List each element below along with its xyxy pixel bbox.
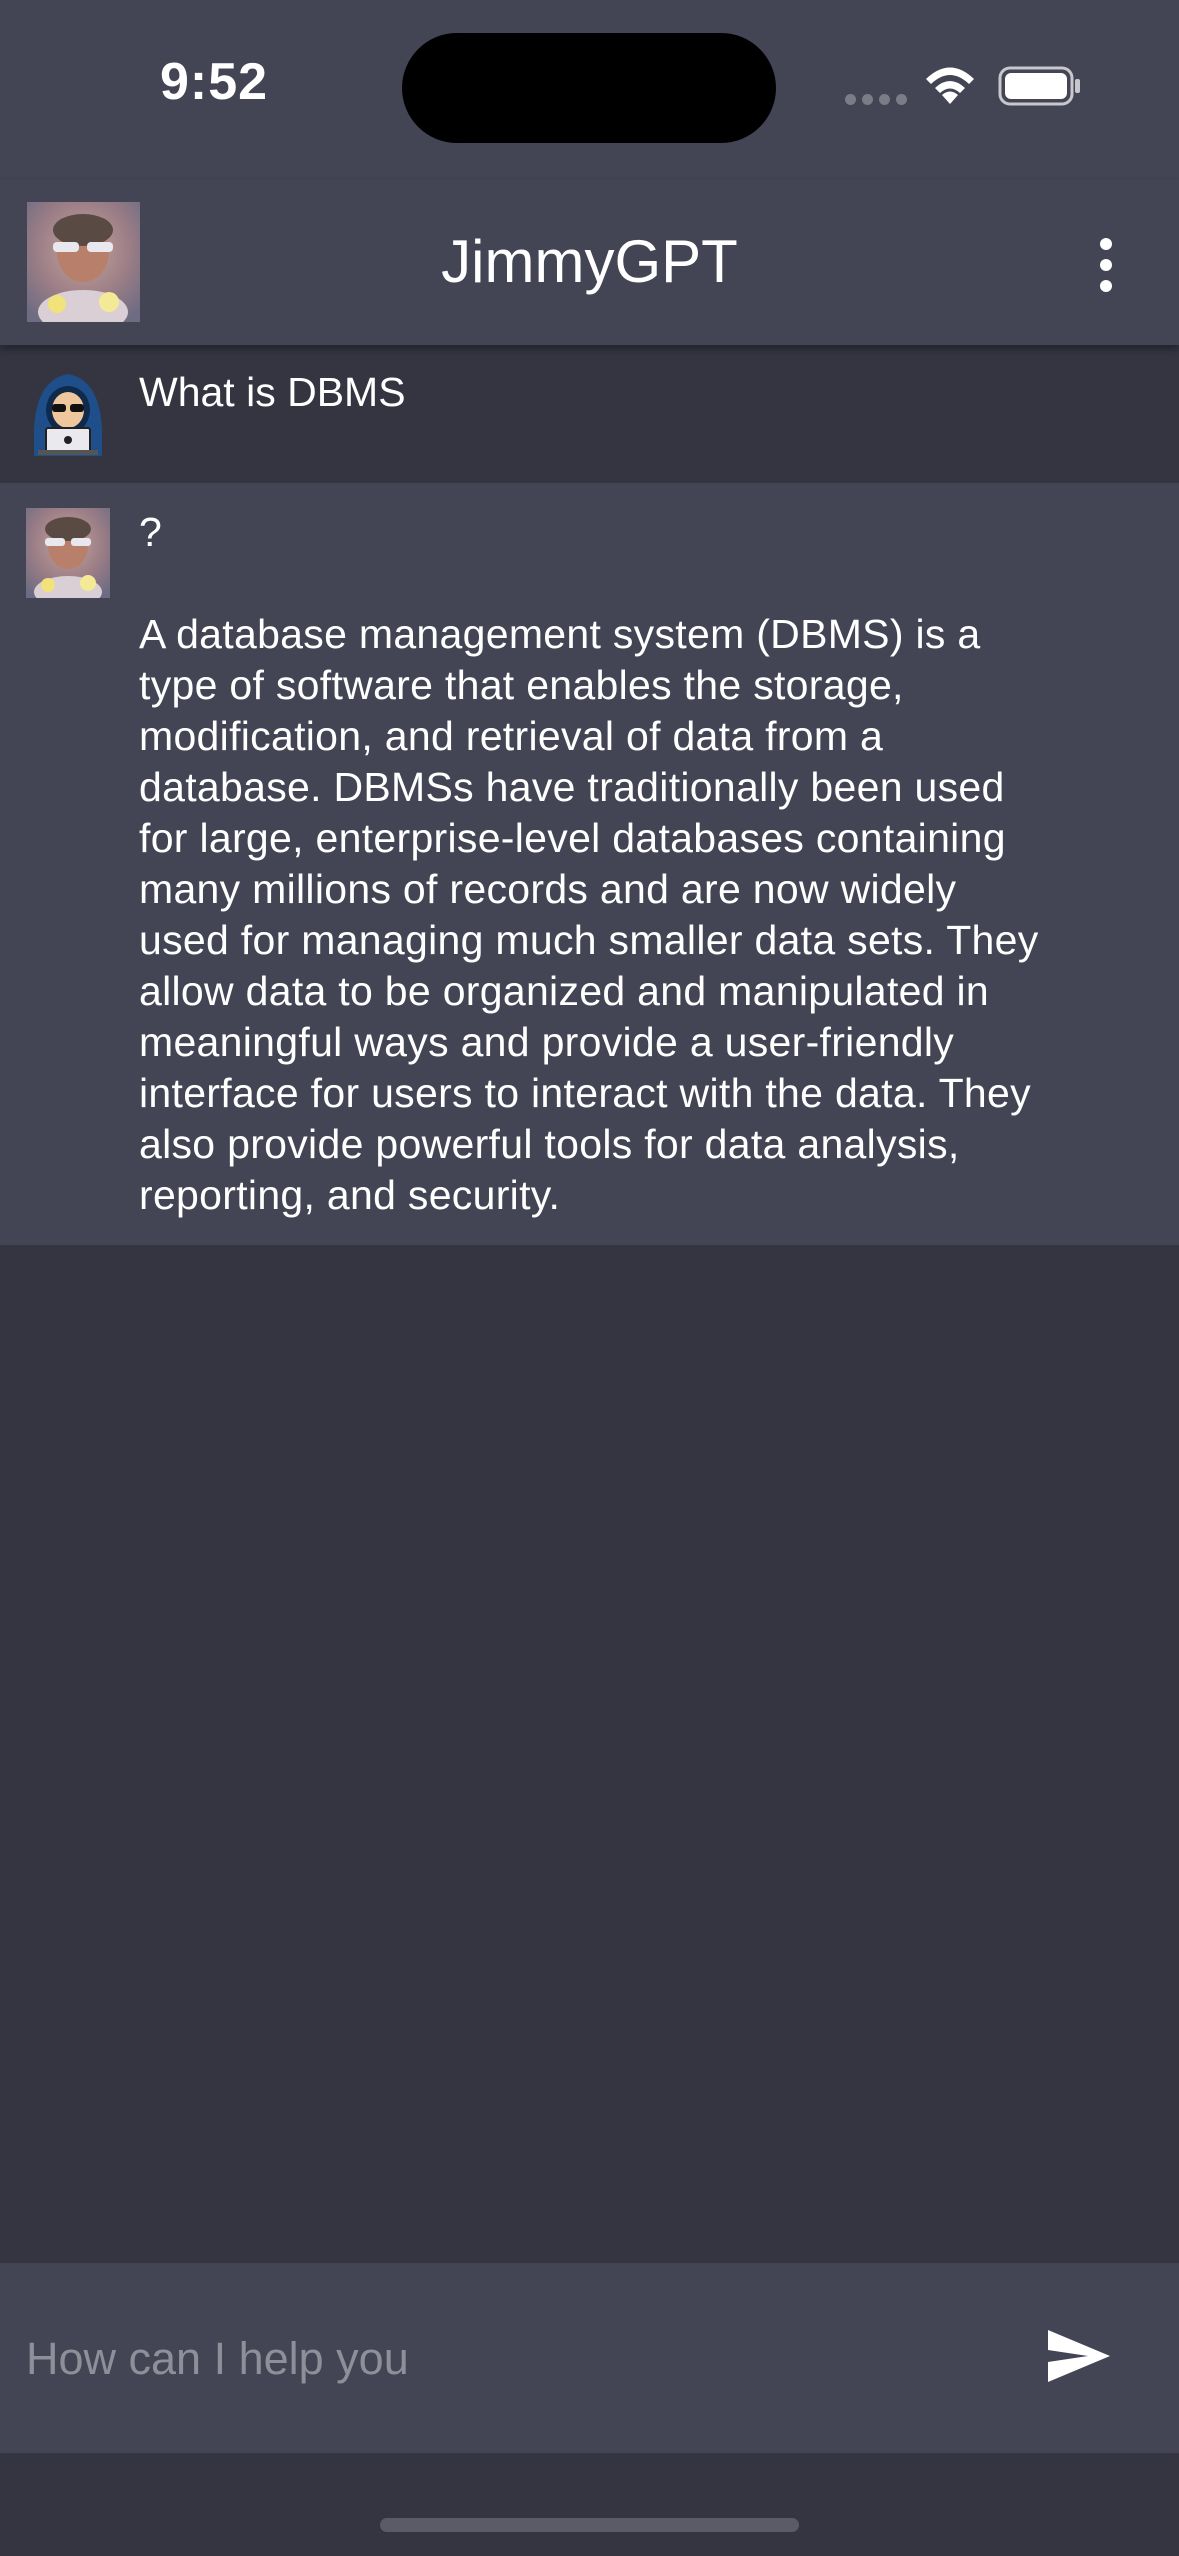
- send-icon: [1048, 2330, 1110, 2382]
- status-bar: 9:52: [0, 0, 1179, 180]
- user-message-text: What is DBMS: [139, 369, 406, 415]
- bot-message-row: ? A database management system (DBMS) is…: [0, 483, 1179, 1245]
- hooded-hacker-avatar-icon: [34, 374, 102, 456]
- user-message-row: What is DBMS: [0, 345, 1179, 483]
- status-time: 9:52: [160, 53, 269, 111]
- user-photo-avatar-icon: [26, 508, 110, 598]
- app-header: JimmyGPT: [0, 180, 1179, 345]
- more-vertical-icon[interactable]: [1090, 235, 1122, 295]
- bot-message-body: ? A database management system (DBMS) is…: [139, 507, 1139, 1221]
- wifi-icon: [926, 67, 974, 104]
- bot-message-prefix: ?: [139, 509, 163, 555]
- app-title: JimmyGPT: [441, 228, 738, 295]
- dynamic-island: [402, 33, 776, 143]
- send-button[interactable]: [1038, 2315, 1120, 2397]
- battery-icon: [998, 66, 1080, 106]
- composer-bar: [0, 2263, 1179, 2453]
- bot-message-text: A database management system (DBMS) is a…: [139, 611, 1039, 1218]
- cellular-signal-icon: [845, 94, 907, 105]
- home-indicator: [380, 2518, 799, 2532]
- message-input[interactable]: [24, 2313, 988, 2405]
